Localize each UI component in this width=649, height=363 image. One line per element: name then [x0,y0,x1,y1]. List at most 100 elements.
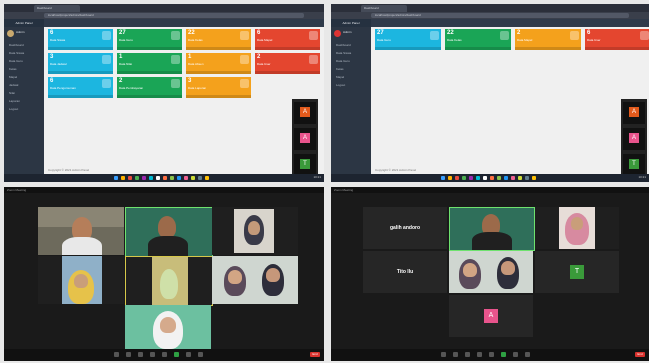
taskbar-app-icon[interactable] [448,176,452,180]
taskbar-app-icon[interactable] [156,176,160,180]
taskbar-app-icon[interactable] [490,176,494,180]
participant-thumbnail[interactable]: T [623,154,645,176]
stat-more-link[interactable] [255,71,320,74]
stat-tile[interactable]: 22 Data Kelas [445,29,511,50]
taskbar-app-icon[interactable] [170,176,174,180]
participant-strip[interactable]: A A T [621,99,647,179]
participants-button[interactable] [477,352,482,357]
video-tile[interactable] [38,256,124,304]
taskbar-app-icon[interactable] [149,176,153,180]
taskbar-app-icon[interactable] [114,176,118,180]
taskbar-app-icon[interactable] [497,176,501,180]
stat-more-link[interactable] [445,47,511,50]
stat-tile[interactable]: 6 Data Mapel [255,29,320,50]
stat-tile[interactable]: 6 Data Siswa [48,29,113,50]
taskbar-app-icon[interactable] [184,176,188,180]
video-tile[interactable] [212,256,298,304]
taskbar-app-icon[interactable] [198,176,202,180]
stat-tile[interactable]: 6 Data Pengumuman [48,77,113,98]
sidebar-item[interactable]: Kelas [4,65,44,73]
stat-more-link[interactable] [117,71,182,74]
stat-more-link[interactable] [48,71,113,74]
video-tile[interactable]: A [449,295,533,337]
security-button[interactable] [465,352,470,357]
chat-button[interactable] [162,352,167,357]
url-field[interactable]: localhost/project/admin/dashboard [44,13,304,18]
reactions-button[interactable] [198,352,203,357]
taskbar-app-icon[interactable] [135,176,139,180]
stat-more-link[interactable] [117,47,182,50]
record-button[interactable] [186,352,191,357]
stat-tile[interactable]: 22 Data Kelas [186,29,251,50]
sidebar-item[interactable]: Jadwal [4,81,44,89]
video-tile[interactable] [449,251,533,293]
sidebar-item[interactable]: Logout [4,105,44,113]
stat-tile[interactable]: 2 Data User [255,53,320,74]
share-screen-button[interactable] [174,352,179,357]
participant-thumbnail[interactable]: A [294,128,316,150]
participant-strip[interactable]: A A T [292,99,318,179]
video-tile-speaking[interactable] [125,256,213,306]
sidebar-item[interactable]: Data Siswa [4,49,44,57]
taskbar-app-icon[interactable] [177,176,181,180]
taskbar-app-icon[interactable] [518,176,522,180]
reactions-button[interactable] [525,352,530,357]
video-button[interactable] [126,352,131,357]
participant-thumbnail[interactable]: T [294,154,316,176]
video-tile[interactable] [212,207,298,255]
sidebar-item[interactable]: Kelas [331,65,371,73]
taskbar-app-icon[interactable] [469,176,473,180]
video-tile-active[interactable] [449,207,535,251]
taskbar-app-icon[interactable] [163,176,167,180]
video-tile[interactable] [125,305,211,349]
sidebar-item[interactable]: Logout [331,81,371,89]
taskbar-app-icon[interactable] [128,176,132,180]
taskbar-app-icon[interactable] [121,176,125,180]
video-tile[interactable] [535,207,619,249]
stat-tile[interactable]: 2 Data Pembayaran [117,77,182,98]
taskbar-app-icon[interactable] [532,176,536,180]
stat-tile[interactable]: 1 Data Absen [186,53,251,74]
sidebar-item[interactable]: Data Guru [4,57,44,65]
stat-more-link[interactable] [186,47,251,50]
end-meeting-button[interactable]: End [635,352,645,357]
participants-button[interactable] [150,352,155,357]
stat-more-link[interactable] [48,95,113,98]
stat-more-link[interactable] [255,47,320,50]
stat-tile[interactable]: 3 Data Laporan [186,77,251,98]
app-brand[interactable]: Admin Panel [331,19,371,27]
stat-tile[interactable]: 27 Data Guru [117,29,182,50]
sidebar-item[interactable]: Data Guru [331,57,371,65]
sidebar-item[interactable]: Data Siswa [331,49,371,57]
video-button[interactable] [453,352,458,357]
taskbar-app-icon[interactable] [483,176,487,180]
browser-tab[interactable]: Dashboard [34,5,80,12]
mute-button[interactable] [114,352,119,357]
stat-more-link[interactable] [186,71,251,74]
record-button[interactable] [513,352,518,357]
sidebar-item[interactable]: Mapel [4,73,44,81]
participant-thumbnail[interactable]: A [294,102,316,124]
taskbar-app-icon[interactable] [441,176,445,180]
name-tile[interactable]: Tito Ilu [363,251,447,293]
url-field[interactable]: localhost/project/admin/dashboard [371,13,629,18]
taskbar-app-icon[interactable] [462,176,466,180]
stat-more-link[interactable] [186,95,251,98]
name-tile[interactable]: galih andoro [363,207,447,249]
video-tile[interactable] [38,207,124,255]
taskbar-app-icon[interactable] [476,176,480,180]
security-button[interactable] [138,352,143,357]
taskbar-app-icon[interactable] [525,176,529,180]
participant-thumbnail[interactable]: A [623,128,645,150]
sidebar-item[interactable]: Dashboard [4,41,44,49]
video-tile[interactable]: T [535,251,619,293]
sidebar-item[interactable]: Mapel [331,73,371,81]
stat-more-link[interactable] [515,47,581,50]
share-screen-button[interactable] [501,352,506,357]
participant-thumbnail[interactable]: A [623,102,645,124]
stat-more-link[interactable] [585,47,649,50]
video-tile-active[interactable] [125,207,213,257]
stat-tile[interactable]: 6 Data User [585,29,649,50]
stat-tile[interactable]: 27 Data Guru [375,29,441,50]
stat-tile[interactable]: 1 Data Nilai [117,53,182,74]
